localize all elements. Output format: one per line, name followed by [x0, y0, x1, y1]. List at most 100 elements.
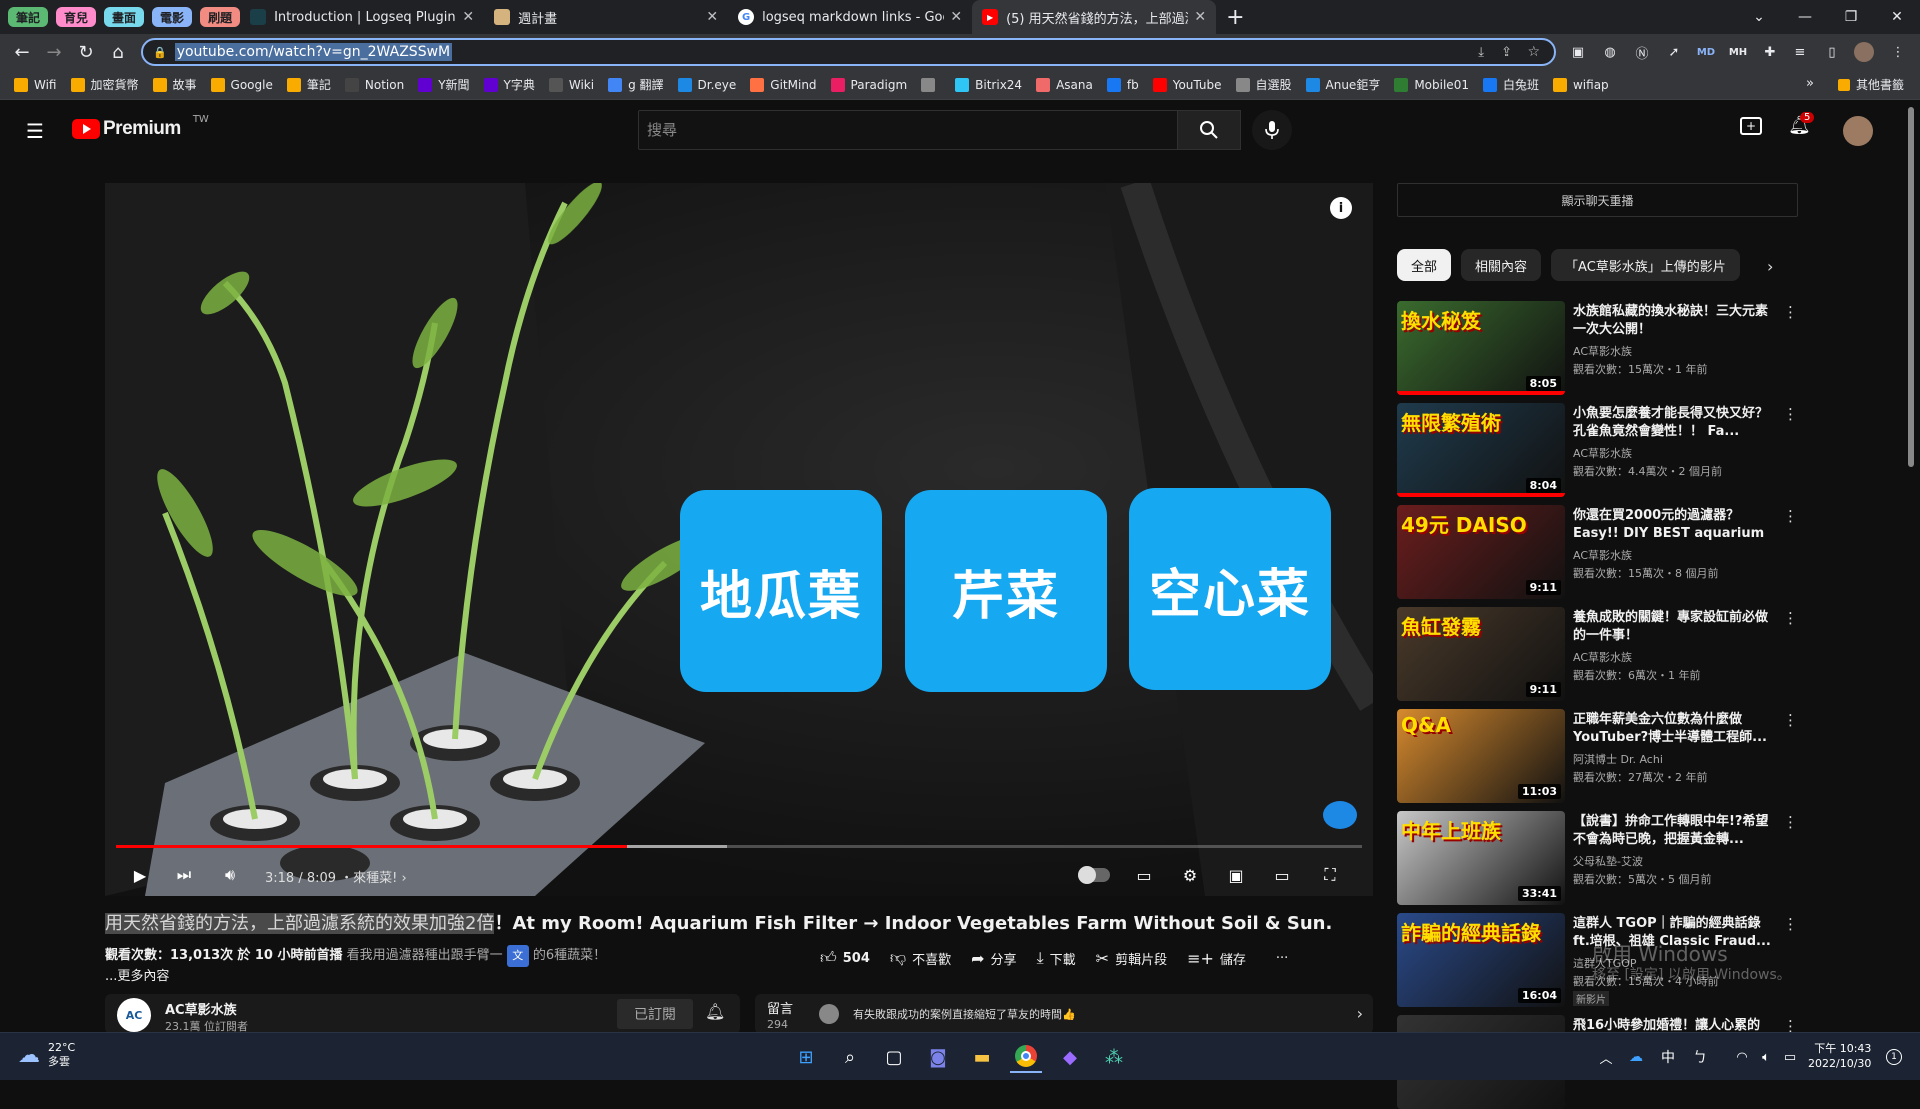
download-button[interactable]: ⤓ 下載	[1037, 948, 1076, 968]
chapter-title[interactable]: ・來種菜! ›	[340, 871, 407, 886]
bookmark-item[interactable]: Anue鉅亨	[1305, 76, 1380, 93]
channel-name[interactable]: AC草影水族	[165, 999, 237, 1018]
channel-avatar[interactable]: AC	[117, 998, 151, 1032]
bookmark-item[interactable]: Wifi	[14, 77, 57, 92]
bookmark-item[interactable]: wifiap	[1552, 77, 1609, 92]
search-button[interactable]	[1177, 110, 1241, 150]
tab-close-icon[interactable]: ✕	[706, 9, 718, 25]
bookmark-item[interactable]: 故事	[152, 76, 197, 93]
recommended-channel[interactable]: 阿淇博士 Dr. Achi	[1573, 751, 1663, 767]
back-icon[interactable]: ←	[4, 34, 40, 70]
forward-icon[interactable]: →	[36, 34, 72, 70]
recommended-title[interactable]: 水族館私藏的換水秘訣！三大元素一次大公開！	[1573, 303, 1773, 339]
start-menu-icon[interactable]: ⊞	[790, 1041, 822, 1073]
recommended-channel[interactable]: AC草影水族	[1573, 649, 1632, 665]
onedrive-icon[interactable]: ☁	[1620, 1041, 1652, 1073]
play-icon[interactable]: ▶	[127, 863, 153, 887]
task-view-icon[interactable]: ▢	[878, 1041, 910, 1073]
bookmark-item[interactable]: YouTube	[1152, 77, 1222, 92]
browser-menu-icon[interactable]: ⋮	[1888, 42, 1908, 62]
logseq-icon[interactable]: ⁂	[1098, 1041, 1130, 1073]
video-meta[interactable]: 觀看次數：13,013次 於 10 小時前首播 看我用過濾器種出跟手臂一 文 的…	[105, 944, 606, 967]
dislike-button[interactable]: 👎︎ 不喜歡	[890, 948, 951, 968]
channel-watermark[interactable]	[1323, 801, 1357, 829]
recommended-video[interactable]: Q&A 11:03 正職年薪美金六位數為什麼做YouTuber?博士半導體工程師..…	[1397, 709, 1809, 803]
chrome-icon[interactable]	[1010, 1041, 1042, 1073]
obsidian-icon[interactable]: ◆	[1054, 1041, 1086, 1073]
bookmark-item[interactable]: Asana	[1036, 77, 1093, 92]
tab-close-icon[interactable]: ✕	[950, 9, 962, 25]
bookmark-item[interactable]: Bitrix24	[955, 77, 1022, 92]
recommended-title[interactable]: 【說書】拚命工作轉眼中年!?希望不會為時已晚，把握黃金轉...	[1573, 813, 1773, 849]
more-actions-icon[interactable]: ···	[1276, 951, 1288, 966]
extension-mh-icon[interactable]: MH	[1728, 42, 1748, 62]
recommended-title[interactable]: 正職年薪美金六位數為什麼做YouTuber?博士半導體工程師...	[1573, 711, 1773, 747]
video-thumbnail[interactable]: 換水秘笈 8:05	[1397, 301, 1565, 395]
extension-cursor-icon[interactable]: ➚	[1664, 42, 1684, 62]
home-icon[interactable]: ⌂	[100, 34, 136, 70]
bookmark-item[interactable]: Y字典	[483, 76, 535, 93]
new-tab-button[interactable]: +	[1226, 5, 1244, 30]
tray-overflow-icon[interactable]: ︿	[1590, 1041, 1622, 1073]
filter-chip[interactable]: 「AC草影水族」上傳的影片	[1551, 249, 1740, 281]
recommended-title[interactable]: 你還在買2000元的過濾器？Easy!! DIY BEST aquarium f…	[1573, 507, 1773, 543]
chevron-right-icon[interactable]: ›	[1357, 1004, 1363, 1023]
bookmark-star-icon[interactable]: ☆	[1527, 44, 1540, 60]
extensions-puzzle-icon[interactable]: ✚	[1760, 42, 1780, 62]
youtube-premium-logo[interactable]: Premium TW	[72, 114, 209, 140]
other-bookmarks[interactable]: 其他書籤	[1838, 76, 1904, 93]
ime-mode-icon[interactable]: ㄅ	[1684, 1041, 1716, 1073]
bookmark-item[interactable]: g 翻譯	[608, 76, 664, 93]
recommended-channel[interactable]: AC草影水族	[1573, 547, 1632, 563]
profile-avatar[interactable]	[1854, 42, 1874, 62]
bookmarks-overflow-icon[interactable]: »	[1806, 76, 1814, 91]
show-chat-replay-button[interactable]: 顯示聊天重播	[1397, 183, 1798, 217]
share-icon[interactable]: ⇪	[1501, 45, 1512, 60]
next-icon[interactable]: ⏭︎	[171, 863, 197, 887]
comments-teaser[interactable]: 留言 294 有失敗跟成功的案例直接縮短了草友的時間👍 ›	[755, 994, 1373, 1034]
more-options-icon[interactable]: ⋮	[1783, 507, 1798, 525]
voice-search-button[interactable]	[1252, 110, 1292, 150]
bookmark-item[interactable]: 筆記	[286, 76, 331, 93]
tab-group-3[interactable]: 畫面	[104, 7, 145, 27]
reading-list-icon[interactable]: ≡	[1790, 42, 1810, 62]
file-explorer-icon[interactable]: ▬	[966, 1041, 998, 1073]
recommended-video[interactable]: 49元 DAISO 9:11 你還在買2000元的過濾器？Easy!! DIY BE…	[1397, 505, 1809, 599]
browser-tab-3[interactable]: Glogseq markdown links - Goog ✕	[728, 0, 972, 34]
video-thumbnail[interactable]: 無限繁殖術 8:04	[1397, 403, 1565, 497]
title-selected-text[interactable]: 用天然省錢的方法，上部過濾系統的效果加強2倍	[105, 913, 495, 934]
recommended-title[interactable]: 養魚成敗的關鍵！專家設缸前必做的一件事！	[1573, 609, 1773, 645]
clip-button[interactable]: ✂ 剪輯片段	[1096, 949, 1167, 968]
tab-group-2[interactable]: 育兒	[56, 7, 97, 27]
browser-tab-4[interactable]: ▶ (5) 用天然省錢的方法，上部過濾 ✕	[972, 0, 1217, 34]
address-bar[interactable]: 🔒 youtube.com/watch?v=gn_2WAZSSwM ⤓ ⇪ ☆	[141, 38, 1556, 66]
tab-group-4[interactable]: 電影	[152, 7, 193, 27]
url-text[interactable]: youtube.com/watch?v=gn_2WAZSSwM	[174, 43, 453, 61]
bookmark-item[interactable]: 自選股	[1235, 76, 1292, 93]
ime-indicator[interactable]: 中	[1652, 1041, 1684, 1073]
search-input[interactable]: 搜尋	[638, 110, 1178, 150]
weather-widget[interactable]: ☁ 22°C 多雲	[18, 1041, 75, 1069]
tab-group-1[interactable]: 筆記	[8, 7, 49, 27]
recommended-channel[interactable]: 父母私塾-艾波	[1573, 853, 1643, 869]
more-options-icon[interactable]: ⋮	[1783, 711, 1798, 729]
recommended-video[interactable]: 換水秘笈 8:05 水族館私藏的換水秘訣！三大元素一次大公開！ AC草影水族 觀看次數：…	[1397, 301, 1809, 395]
progress-bar[interactable]	[116, 845, 1362, 848]
show-more-link[interactable]: ...更多內容	[105, 965, 169, 984]
more-options-icon[interactable]: ⋮	[1783, 915, 1798, 933]
bookmark-item[interactable]: Dr.eye	[677, 77, 736, 92]
browser-tab-2[interactable]: 週計畫 ✕	[484, 0, 728, 34]
teams-chat-icon[interactable]: ◙	[922, 1041, 954, 1073]
notification-center-badge[interactable]: 1	[1886, 1049, 1902, 1065]
more-options-icon[interactable]: ⋮	[1783, 609, 1798, 627]
browser-tab-1[interactable]: Introduction | Logseq Plugin A ✕	[240, 0, 484, 34]
recommended-channel[interactable]: AC草影水族	[1573, 343, 1632, 359]
video-thumbnail[interactable]: 中年上班族 33:41	[1397, 811, 1565, 905]
recommended-video[interactable]: 魚缸發霧 9:11 養魚成敗的關鍵！專家設缸前必做的一件事！ AC草影水族 觀看次數：6…	[1397, 607, 1809, 701]
autoplay-toggle[interactable]	[1077, 863, 1111, 887]
bookmark-item[interactable]: Paradigm	[830, 77, 907, 92]
video-thumbnail[interactable]: Q&A 11:03	[1397, 709, 1565, 803]
bookmark-item[interactable]: Wiki	[548, 77, 594, 92]
restore-button[interactable]: ❐	[1828, 0, 1874, 34]
account-avatar[interactable]	[1843, 116, 1873, 146]
